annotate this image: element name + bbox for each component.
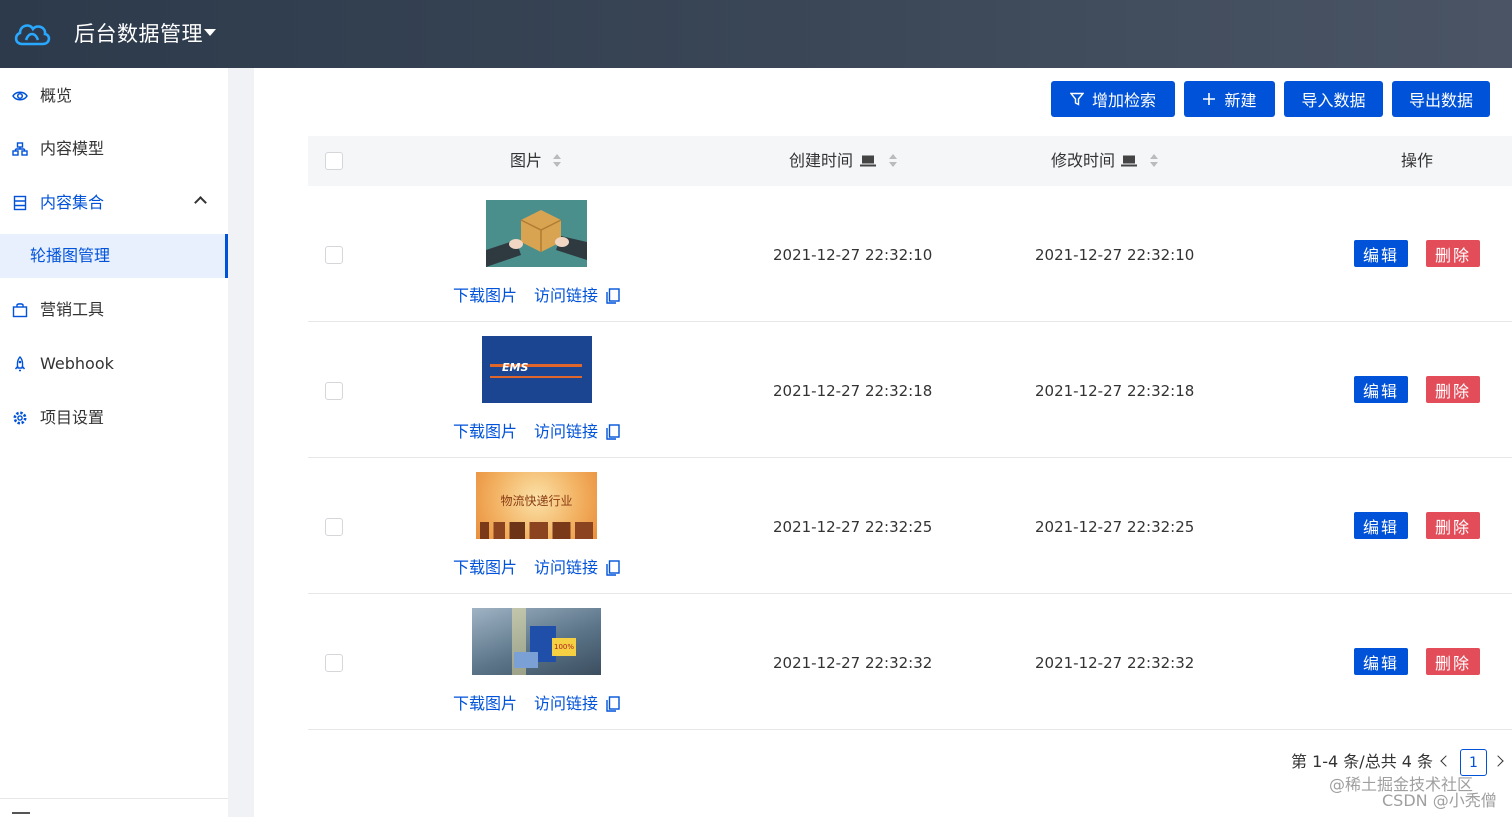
page-number-current[interactable]: 1 — [1460, 749, 1487, 776]
add-filter-button[interactable]: 增加检索 — [1051, 81, 1175, 117]
thumbnail-text: 物流快递行业 — [500, 494, 573, 508]
edit-button[interactable]: 编辑 — [1354, 240, 1408, 267]
download-image-link[interactable]: 下载图片 — [453, 558, 517, 578]
app-title[interactable]: 后台数据管理 — [74, 18, 203, 50]
edit-button[interactable]: 编辑 — [1354, 512, 1408, 539]
column-header-image: 图片 — [510, 151, 543, 170]
edit-button[interactable]: 编辑 — [1354, 376, 1408, 403]
thumbnail-text: 100% — [552, 638, 576, 656]
column-header-actions: 操作 — [1401, 151, 1434, 170]
rocket-icon — [14, 356, 26, 372]
table-row: EMS 下载图片 访问链接 2021-12-27 22:32:18 2021-1… — [308, 322, 1512, 458]
row-checkbox[interactable] — [325, 382, 343, 400]
database-icon — [13, 195, 27, 211]
visit-link[interactable]: 访问链接 — [534, 558, 598, 578]
copy-icon[interactable] — [606, 696, 620, 712]
table-header: 图片 创建时间 修改时间 操作 — [308, 136, 1512, 186]
chevron-left-icon[interactable] — [1440, 755, 1452, 767]
table-row: 下载图片 访问链接 2021-12-27 22:32:10 2021-12-27… — [308, 186, 1512, 322]
visit-link[interactable]: 访问链接 — [534, 694, 598, 714]
chevron-up-icon[interactable] — [194, 196, 207, 209]
sort-created-icon[interactable] — [889, 154, 897, 168]
created-time: 2021-12-27 22:32:32 — [773, 654, 933, 672]
sidebar-item-label: 轮播图管理 — [30, 246, 111, 265]
created-time: 2021-12-27 22:32:18 — [773, 382, 933, 400]
warehouse-thumbnail[interactable]: 100% — [472, 608, 601, 675]
row-checkbox[interactable] — [325, 518, 343, 536]
sidebar-item-webhook[interactable]: Webhook — [0, 342, 228, 386]
filter-icon — [1069, 92, 1084, 106]
row-checkbox[interactable] — [325, 654, 343, 672]
logistics-thumbnail[interactable]: 物流快递行业 — [476, 472, 597, 539]
cloud-logo-icon[interactable] — [12, 18, 52, 50]
modified-time: 2021-12-27 22:32:10 — [1035, 246, 1195, 264]
visit-link[interactable]: 访问链接 — [534, 422, 598, 442]
create-label: 新建 — [1224, 91, 1257, 110]
sidebar-item-label: 营销工具 — [40, 300, 105, 319]
package-thumbnail[interactable] — [486, 200, 587, 267]
sidebar-item-content-model[interactable]: 内容模型 — [0, 127, 228, 171]
select-all-checkbox[interactable] — [325, 152, 343, 170]
sidebar-item-overview[interactable]: 概览 — [0, 74, 228, 118]
eye-icon — [12, 91, 28, 101]
gear-icon — [13, 411, 27, 425]
sidebar-item-label: Webhook — [40, 354, 114, 373]
shopping-bag-icon — [12, 303, 28, 318]
sidebar-item-carousel-management[interactable]: 轮播图管理 — [0, 234, 228, 278]
thumbnail-text: EMS — [502, 361, 529, 374]
created-time: 2021-12-27 22:32:25 — [773, 518, 933, 536]
edit-button[interactable]: 编辑 — [1354, 648, 1408, 675]
copy-icon[interactable] — [606, 288, 620, 304]
add-filter-label: 增加检索 — [1091, 91, 1156, 110]
delete-button[interactable]: 删除 — [1426, 376, 1480, 403]
visit-link[interactable]: 访问链接 — [534, 286, 598, 306]
sidebar-item-marketing-tools[interactable]: 营销工具 — [0, 288, 228, 332]
copy-icon[interactable] — [606, 560, 620, 576]
modified-time: 2021-12-27 22:32:32 — [1035, 654, 1195, 672]
delete-button[interactable]: 删除 — [1426, 240, 1480, 267]
hierarchy-icon — [12, 142, 28, 156]
modified-time: 2021-12-27 22:32:25 — [1035, 518, 1195, 536]
pagination-summary: 第 1-4 条/总共 4 条 — [1291, 752, 1434, 771]
laptop-icon — [860, 155, 876, 167]
delete-button[interactable]: 删除 — [1426, 648, 1480, 675]
column-header-modified: 修改时间 — [1051, 151, 1116, 170]
download-image-link[interactable]: 下载图片 — [453, 422, 517, 442]
import-data-button[interactable]: 导入数据 — [1284, 81, 1383, 117]
created-time: 2021-12-27 22:32:10 — [773, 246, 933, 264]
caret-down-icon[interactable] — [204, 29, 216, 36]
export-label: 导出数据 — [1408, 91, 1473, 110]
watermark-csdn: CSDN @小秃僧 — [1382, 791, 1497, 810]
import-label: 导入数据 — [1301, 91, 1366, 110]
sidebar-item-label: 项目设置 — [40, 408, 105, 427]
chevron-right-icon[interactable] — [1492, 755, 1504, 767]
delete-button[interactable]: 删除 — [1426, 512, 1480, 539]
sidebar-item-content-collection[interactable]: 内容集合 — [0, 181, 228, 225]
sidebar-item-label: 内容模型 — [40, 139, 105, 158]
sort-modified-icon[interactable] — [1150, 154, 1158, 168]
top-header: 后台数据管理 — [0, 0, 1512, 68]
export-data-button[interactable]: 导出数据 — [1392, 81, 1490, 117]
table-row: 100% 下载图片 访问链接 2021-12-27 22:32:32 2021-… — [308, 594, 1512, 730]
sidebar-item-label: 概览 — [40, 86, 73, 105]
modified-time: 2021-12-27 22:32:18 — [1035, 382, 1195, 400]
sort-image-icon[interactable] — [553, 154, 561, 168]
column-header-created: 创建时间 — [789, 151, 854, 170]
sidebar-item-project-settings[interactable]: 项目设置 — [0, 396, 228, 440]
sidebar-divider — [228, 68, 254, 817]
table-row: 物流快递行业 下载图片 访问链接 2021-12-27 22:32:25 202… — [308, 458, 1512, 594]
sidebar-item-label: 内容集合 — [40, 193, 105, 212]
sidebar-footer-divider — [0, 798, 228, 799]
download-image-link[interactable]: 下载图片 — [453, 286, 517, 306]
download-image-link[interactable]: 下载图片 — [453, 694, 517, 714]
copy-icon[interactable] — [606, 424, 620, 440]
create-button[interactable]: 新建 — [1184, 81, 1275, 117]
plus-icon — [1203, 93, 1216, 105]
laptop-icon — [1121, 155, 1137, 167]
ems-thumbnail[interactable]: EMS — [482, 336, 592, 403]
collapse-menu-icon[interactable] — [12, 812, 30, 814]
row-checkbox[interactable] — [325, 246, 343, 264]
